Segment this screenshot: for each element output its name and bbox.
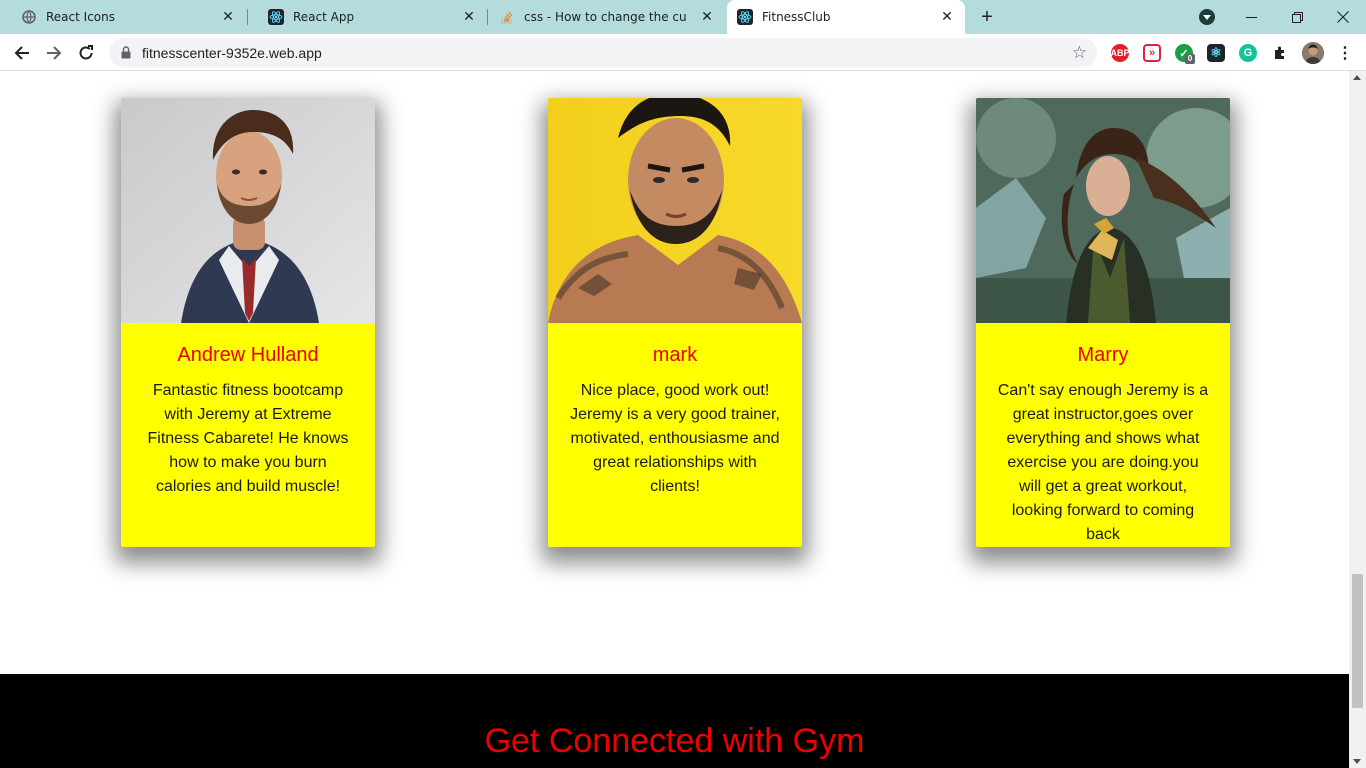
page-scrollbar[interactable] xyxy=(1349,71,1366,768)
footer-section: Get Connected with Gym xyxy=(0,674,1349,768)
reload-icon xyxy=(79,45,93,60)
reviewer-name: Andrew Hulland xyxy=(177,344,319,366)
review-text: Can't say enough Jeremy is a great instr… xyxy=(997,382,1209,543)
checker-extension-icon[interactable]: ✓ 0 xyxy=(1175,44,1195,64)
reviewer-name: Marry xyxy=(1077,344,1129,366)
close-tab-icon[interactable]: ✕ xyxy=(939,9,955,25)
close-tab-icon[interactable]: ✕ xyxy=(220,9,236,25)
forward-button[interactable] xyxy=(41,40,67,66)
close-tab-icon[interactable]: ✕ xyxy=(461,9,477,25)
globe-icon xyxy=(21,9,37,25)
profile-avatar[interactable] xyxy=(1302,42,1324,64)
react-icon xyxy=(268,9,284,25)
tab-stackoverflow[interactable]: css - How to change the cursor in ✕ xyxy=(487,0,725,34)
tab-title: React Icons xyxy=(46,10,115,24)
react-devtools-icon[interactable]: ⚛ xyxy=(1207,44,1225,62)
tab-title: React App xyxy=(293,10,355,24)
tab-react-icons[interactable]: React Icons ✕ xyxy=(0,0,246,34)
tab-title: FitnessClub xyxy=(762,10,831,24)
tab-search-icon[interactable] xyxy=(1199,9,1215,25)
scroll-down-arrow-icon[interactable] xyxy=(1353,759,1361,764)
review-text: Nice place, good work out! Jeremy is a v… xyxy=(570,382,780,495)
reload-button[interactable] xyxy=(73,40,99,66)
url-text[interactable]: fitnesscenter-9352e.web.app xyxy=(142,45,322,61)
close-window-button[interactable] xyxy=(1320,0,1366,34)
man-in-suit-photo xyxy=(121,98,375,323)
new-tab-button[interactable]: + xyxy=(977,7,997,27)
reviewer-name: mark xyxy=(652,344,698,366)
tab-fitnessclub[interactable]: FitnessClub ✕ xyxy=(727,0,965,34)
back-button[interactable] xyxy=(9,40,35,66)
footer-heading: Get Connected with Gym xyxy=(484,722,865,760)
minimize-button[interactable] xyxy=(1228,0,1274,34)
review-text: Fantastic fitness bootcamp with Jeremy a… xyxy=(147,382,349,495)
redirect-extension-icon[interactable]: » xyxy=(1143,44,1161,62)
testimonial-card: Andrew Hulland Fantastic fitness bootcam… xyxy=(121,98,375,547)
restore-button[interactable] xyxy=(1274,0,1320,34)
adblock-plus-icon[interactable]: ABP xyxy=(1111,44,1130,62)
extensions-puzzle-icon[interactable] xyxy=(1271,44,1289,62)
scrollbar-thumb[interactable] xyxy=(1352,574,1363,708)
testimonial-card: Marry Can't say enough Jeremy is a great… xyxy=(976,98,1230,547)
extension-badge: 0 xyxy=(1185,54,1195,64)
stackoverflow-icon xyxy=(499,9,515,25)
tab-react-app[interactable]: React App ✕ xyxy=(247,0,487,34)
react-icon xyxy=(737,9,753,25)
woman-outdoors-photo xyxy=(976,98,1230,323)
lock-icon xyxy=(121,46,131,59)
bookmark-star-icon[interactable]: ☆ xyxy=(1072,43,1087,63)
grammarly-icon[interactable]: G xyxy=(1239,44,1257,62)
address-bar[interactable]: fitnesscenter-9352e.web.app ☆ xyxy=(109,38,1097,67)
close-tab-icon[interactable]: ✕ xyxy=(699,9,715,25)
arrow-right-icon xyxy=(47,46,62,60)
tattooed-man-photo xyxy=(548,98,802,323)
tab-title: css - How to change the cursor in xyxy=(524,10,687,24)
menu-kebab-icon[interactable]: ⋮ xyxy=(1336,44,1354,62)
browser-toolbar: fitnesscenter-9352e.web.app ☆ ABP » ✓ 0 … xyxy=(0,34,1366,71)
testimonial-card: mark Nice place, good work out! Jeremy i… xyxy=(548,98,802,547)
scroll-up-arrow-icon[interactable] xyxy=(1353,75,1361,80)
tab-strip: React Icons ✕ React App ✕ css - How to c… xyxy=(0,0,1366,34)
page-viewport: Andrew Hulland Fantastic fitness bootcam… xyxy=(0,71,1349,768)
arrow-left-icon xyxy=(14,46,29,60)
